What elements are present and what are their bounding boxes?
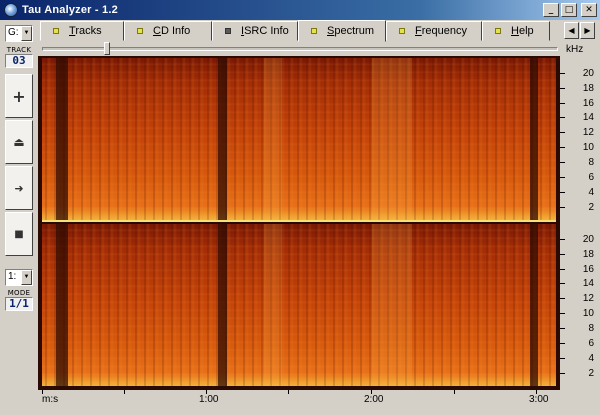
freq-tick-label: 10	[582, 142, 594, 153]
slider-thumb[interactable]	[104, 42, 110, 55]
freq-tick-label: 16	[582, 264, 594, 275]
chevron-right-icon: ▶	[584, 26, 591, 35]
drive-value: G:	[8, 27, 19, 38]
freq-tick-label: 2	[588, 368, 594, 379]
freq-tick-label: 12	[582, 127, 594, 138]
eject-icon: ⏏	[13, 135, 25, 149]
freq-tick-label: 20	[582, 68, 594, 79]
freq-tick-label: 20	[582, 234, 594, 245]
freq-tick-label: 6	[588, 172, 594, 183]
chevron-left-icon: ◀	[568, 26, 575, 35]
freq-tick-label: 4	[588, 187, 594, 198]
tab-label: Spectrum	[327, 25, 375, 37]
mode-number: 1/1	[5, 297, 33, 311]
freq-tick-label: 16	[582, 98, 594, 109]
freq-tick-label: 18	[582, 83, 594, 94]
time-tick-label: 1:00	[199, 394, 219, 405]
app-icon	[4, 3, 18, 17]
freq-tick-label: 14	[582, 112, 594, 123]
tab-label: Help	[511, 25, 534, 37]
freq-tick-label: 14	[582, 278, 594, 289]
tab-label: Tracks	[69, 25, 102, 37]
tab-tracks[interactable]: Tracks	[40, 21, 124, 41]
indicator-icon	[399, 28, 405, 34]
minimize-button[interactable]: _	[543, 3, 559, 17]
freq-tick-label: 18	[582, 249, 594, 260]
channel-left	[42, 58, 556, 220]
indicator-icon	[137, 28, 143, 34]
tab-label: CD Info	[153, 25, 191, 37]
freq-tick-label: 2	[588, 202, 594, 213]
plus-icon: +	[12, 86, 26, 106]
tab-label: Frequency	[415, 25, 467, 37]
spectrogram[interactable]	[38, 56, 560, 390]
close-button[interactable]: ✕	[581, 3, 597, 17]
mode-label: MODE	[7, 289, 31, 297]
tab-label: ISRC Info	[241, 25, 289, 37]
play-button[interactable]: ➜	[5, 166, 33, 210]
indicator-icon	[495, 28, 501, 34]
drive-select[interactable]: G: ▼	[5, 25, 33, 42]
freq-unit-label: kHz	[566, 44, 584, 55]
chevron-down-icon[interactable]: ▼	[21, 270, 32, 285]
time-tick-label: 2:00	[364, 394, 384, 405]
time-axis: m:s 1:00 2:00 3:00	[38, 390, 560, 415]
slider-track[interactable]	[42, 47, 558, 51]
frequency-axis: 20 18 16 14 12 10 8 6 4 2 20 18 16 14 12…	[560, 56, 600, 390]
add-button[interactable]: +	[5, 74, 33, 118]
track-label: TRACK	[6, 46, 32, 54]
time-tick-label: 3:00	[529, 394, 549, 405]
time-axis-unit: m:s	[42, 394, 59, 405]
tab-cd-info[interactable]: CD Info	[124, 21, 212, 41]
freq-tick-label: 8	[588, 323, 594, 334]
freq-tick-label: 8	[588, 157, 594, 168]
indicator-icon	[311, 28, 317, 34]
play-icon: ➜	[14, 181, 24, 195]
maximize-button[interactable]: □	[561, 3, 577, 17]
freq-tick-label: 12	[582, 293, 594, 304]
tab-bar: Tracks CD Info ISRC Info Spectrum Freque…	[38, 20, 600, 42]
chevron-down-icon[interactable]: ▼	[21, 26, 32, 41]
freq-tick-label: 4	[588, 353, 594, 364]
freq-tick-label: 6	[588, 338, 594, 349]
tab-spectrum[interactable]: Spectrum	[298, 20, 386, 42]
title-bar: Tau Analyzer - 1.2 _ □ ✕	[0, 0, 600, 20]
stop-button[interactable]: ■	[5, 212, 33, 256]
freq-tick-label: 10	[582, 308, 594, 319]
window-title: Tau Analyzer - 1.2	[22, 4, 118, 16]
tab-prev-button[interactable]: ◀	[564, 22, 579, 39]
left-toolbar: G: ▼ TRACK 03 + ⏏ ➜ ■ 1: ▼ MODE 1/1	[0, 20, 38, 415]
tab-help[interactable]: Help	[482, 21, 550, 41]
tab-frequency[interactable]: Frequency	[386, 21, 482, 41]
indicator-icon	[225, 28, 231, 34]
tab-isrc-info[interactable]: ISRC Info	[212, 21, 298, 41]
tab-next-button[interactable]: ▶	[580, 22, 595, 39]
mode-value: 1:	[8, 271, 17, 282]
stop-icon: ■	[14, 228, 24, 240]
zoom-slider[interactable]	[38, 42, 560, 56]
channel-divider	[42, 220, 556, 222]
channel-right	[42, 224, 556, 386]
indicator-icon	[53, 28, 59, 34]
eject-button[interactable]: ⏏	[5, 120, 33, 164]
track-number: 03	[5, 54, 33, 68]
mode-select[interactable]: 1: ▼	[5, 269, 33, 286]
